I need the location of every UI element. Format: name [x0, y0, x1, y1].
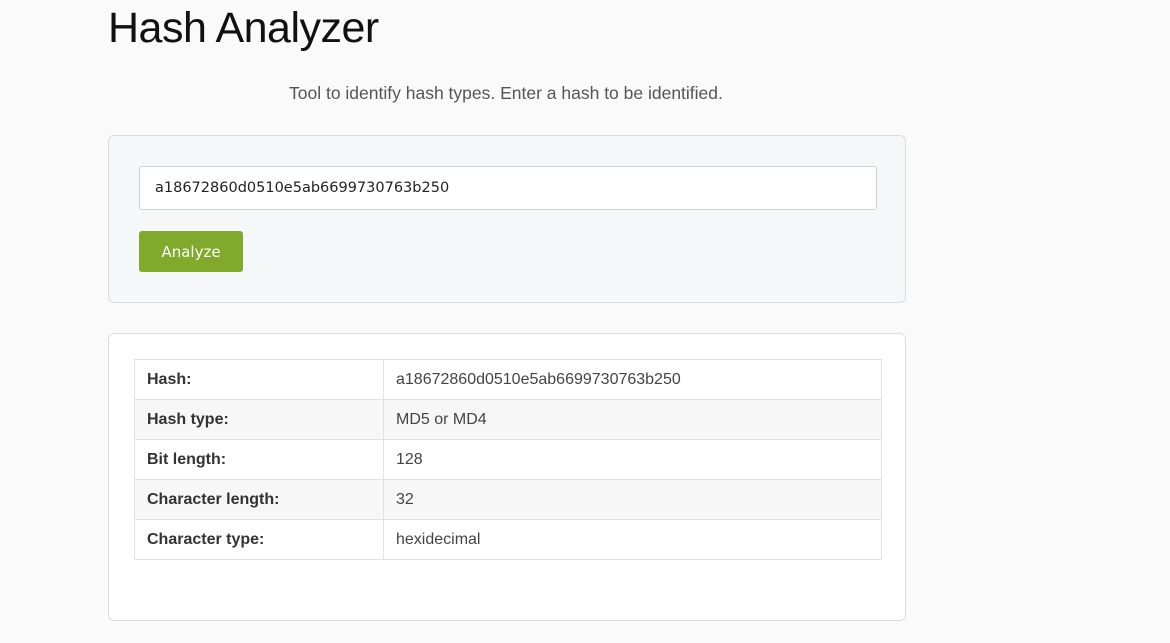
result-panel: Hash: a18672860d0510e5ab6699730763b250 H…: [108, 333, 906, 621]
page-subtitle: Tool to identify hash types. Enter a has…: [289, 83, 723, 103]
table-row: Hash: a18672860d0510e5ab6699730763b250: [134, 359, 882, 400]
table-row: Hash type: MD5 or MD4: [134, 399, 882, 440]
page: Hash Analyzer Tool to identify hash type…: [0, 0, 1170, 643]
analyze-button[interactable]: Analyze: [139, 231, 243, 272]
hash-form-panel: Analyze: [108, 135, 906, 303]
page-title: Hash Analyzer: [108, 4, 379, 52]
hash-input[interactable]: [139, 166, 877, 210]
row-label-hash-type: Hash type:: [134, 399, 384, 440]
row-value-character-length: 32: [383, 479, 882, 520]
table-row: Character length: 32: [134, 479, 882, 520]
row-value-hash-type: MD5 or MD4: [383, 399, 882, 440]
result-table: Hash: a18672860d0510e5ab6699730763b250 H…: [134, 359, 882, 560]
row-label-bit-length: Bit length:: [134, 439, 384, 480]
table-row: Character type: hexidecimal: [134, 519, 882, 560]
row-value-hash: a18672860d0510e5ab6699730763b250: [383, 359, 882, 400]
row-label-character-length: Character length:: [134, 479, 384, 520]
row-label-character-type: Character type:: [134, 519, 384, 560]
table-row: Bit length: 128: [134, 439, 882, 480]
row-value-character-type: hexidecimal: [383, 519, 882, 560]
row-value-bit-length: 128: [383, 439, 882, 480]
row-label-hash: Hash:: [134, 359, 384, 400]
